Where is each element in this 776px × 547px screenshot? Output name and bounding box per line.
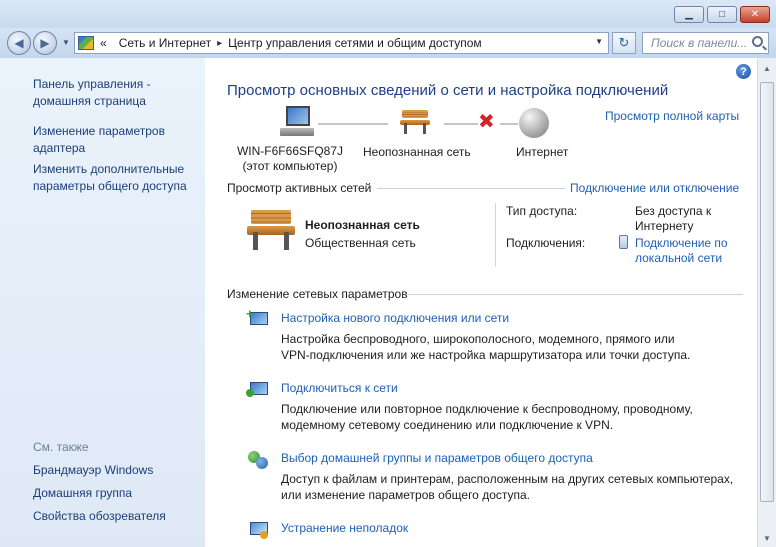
sidebar-item-control-panel-home[interactable]: Панель управления - домашняя страница: [33, 76, 151, 110]
map-connector: [444, 123, 478, 125]
new-connection-icon: +: [246, 307, 270, 331]
map-internet-label: Интернет: [516, 145, 569, 159]
active-network-type[interactable]: Общественная сеть: [305, 236, 416, 250]
setup-new-connection-desc: Настройка беспроводного, широкополосного…: [281, 332, 691, 362]
help-icon[interactable]: ?: [736, 64, 751, 79]
lan-connection-icon: [619, 235, 628, 249]
access-type-label: Тип доступа:: [506, 204, 578, 218]
search-icon[interactable]: [752, 36, 763, 47]
close-button[interactable]: ✕: [740, 6, 770, 23]
active-networks-heading: Просмотр активных сетей: [227, 181, 372, 195]
section-divider: [377, 188, 565, 189]
sidebar-item-homegroup[interactable]: Домашняя группа: [33, 485, 132, 502]
active-network-name: Неопознанная сеть: [305, 218, 420, 232]
sidebar-item-internet-options[interactable]: Свойства обозревателя: [33, 508, 166, 525]
sidebar-item-adapter-settings[interactable]: Изменение параметров адаптера: [33, 123, 165, 157]
no-internet-x-icon: ✖: [478, 111, 495, 133]
computer-icon: [280, 106, 314, 138]
view-full-map-link[interactable]: Просмотр полной карты: [605, 109, 739, 123]
homegroup-sharing-desc: Доступ к файлам и принтерам, расположенн…: [281, 472, 734, 502]
connect-to-network-icon: [246, 379, 270, 401]
lan-connection-link[interactable]: Подключение по локальной сети: [635, 236, 728, 266]
connections-label: Подключения:: [506, 236, 586, 250]
search-placeholder: Поиск в панели...: [651, 36, 748, 50]
section-divider: [408, 294, 743, 295]
change-settings-heading: Изменение сетевых параметров: [227, 287, 408, 301]
breadcrumb-network-internet[interactable]: Сеть и Интернет: [119, 36, 211, 50]
setup-new-connection-link[interactable]: Настройка нового подключения или сети: [281, 311, 509, 325]
search-input[interactable]: Поиск в панели...: [642, 32, 769, 54]
title-bar: ▁ □ ✕: [0, 0, 776, 30]
homegroup-sharing-link[interactable]: Выбор домашней группы и параметров общег…: [281, 451, 593, 465]
homegroup-sharing-icon: [246, 449, 270, 471]
network-bench-icon: [400, 110, 430, 134]
map-connector: [500, 123, 518, 125]
breadcrumb-network-center[interactable]: Центр управления сетями и общим доступом: [228, 36, 482, 50]
sidebar-item-firewall[interactable]: Брандмауэр Windows: [33, 462, 153, 479]
access-type-value: Без доступа к Интернету: [635, 204, 712, 233]
minimize-button[interactable]: ▁: [674, 6, 704, 23]
troubleshoot-link[interactable]: Устранение неполадок: [281, 521, 408, 535]
connect-to-network-link[interactable]: Подключиться к сети: [281, 381, 398, 395]
scroll-up-icon[interactable]: ▲: [763, 64, 771, 73]
internet-globe-icon: [519, 108, 549, 138]
network-bench-icon: [247, 210, 295, 250]
back-button[interactable]: ◀: [7, 31, 31, 55]
control-panel-icon: [78, 36, 94, 50]
address-chevrons[interactable]: «: [100, 36, 107, 50]
connect-disconnect-link[interactable]: Подключение или отключение: [570, 181, 739, 195]
computer-name: WIN-F6F66SFQ87J: [236, 144, 344, 158]
address-bar[interactable]: « Сеть и Интернет ▸ Центр управления сет…: [74, 32, 609, 54]
see-also-heading: См. также: [33, 440, 89, 454]
scrollbar-thumb[interactable]: [760, 82, 774, 502]
refresh-button[interactable]: ↻: [612, 32, 636, 54]
map-connector: [318, 123, 388, 125]
vertical-divider: [495, 203, 496, 267]
sidebar: Панель управления - домашняя страница Из…: [0, 58, 205, 547]
connect-to-network-desc: Подключение или повторное подключение к …: [281, 402, 693, 432]
page-title: Просмотр основных сведений о сети и наст…: [227, 82, 669, 99]
map-network-label: Неопознанная сеть: [363, 145, 471, 159]
vertical-scrollbar[interactable]: ▲ ▼: [757, 58, 776, 547]
computer-subtitle: (этот компьютер): [242, 159, 338, 173]
window-controls: ▁ □ ✕: [674, 6, 770, 23]
navigation-bar: ◀ ▶ ▼ « Сеть и Интернет ▸ Центр управлен…: [0, 28, 776, 58]
scroll-down-icon[interactable]: ▼: [763, 534, 771, 543]
maximize-button[interactable]: □: [707, 6, 737, 23]
recent-pages-dropdown-icon[interactable]: ▼: [62, 38, 70, 47]
forward-button[interactable]: ▶: [33, 31, 57, 55]
address-dropdown-icon[interactable]: ▼: [595, 37, 603, 46]
breadcrumb-separator-icon[interactable]: ▸: [217, 38, 222, 49]
sidebar-item-advanced-sharing[interactable]: Изменить дополнительные параметры общего…: [33, 161, 187, 195]
troubleshoot-icon: [246, 519, 270, 541]
